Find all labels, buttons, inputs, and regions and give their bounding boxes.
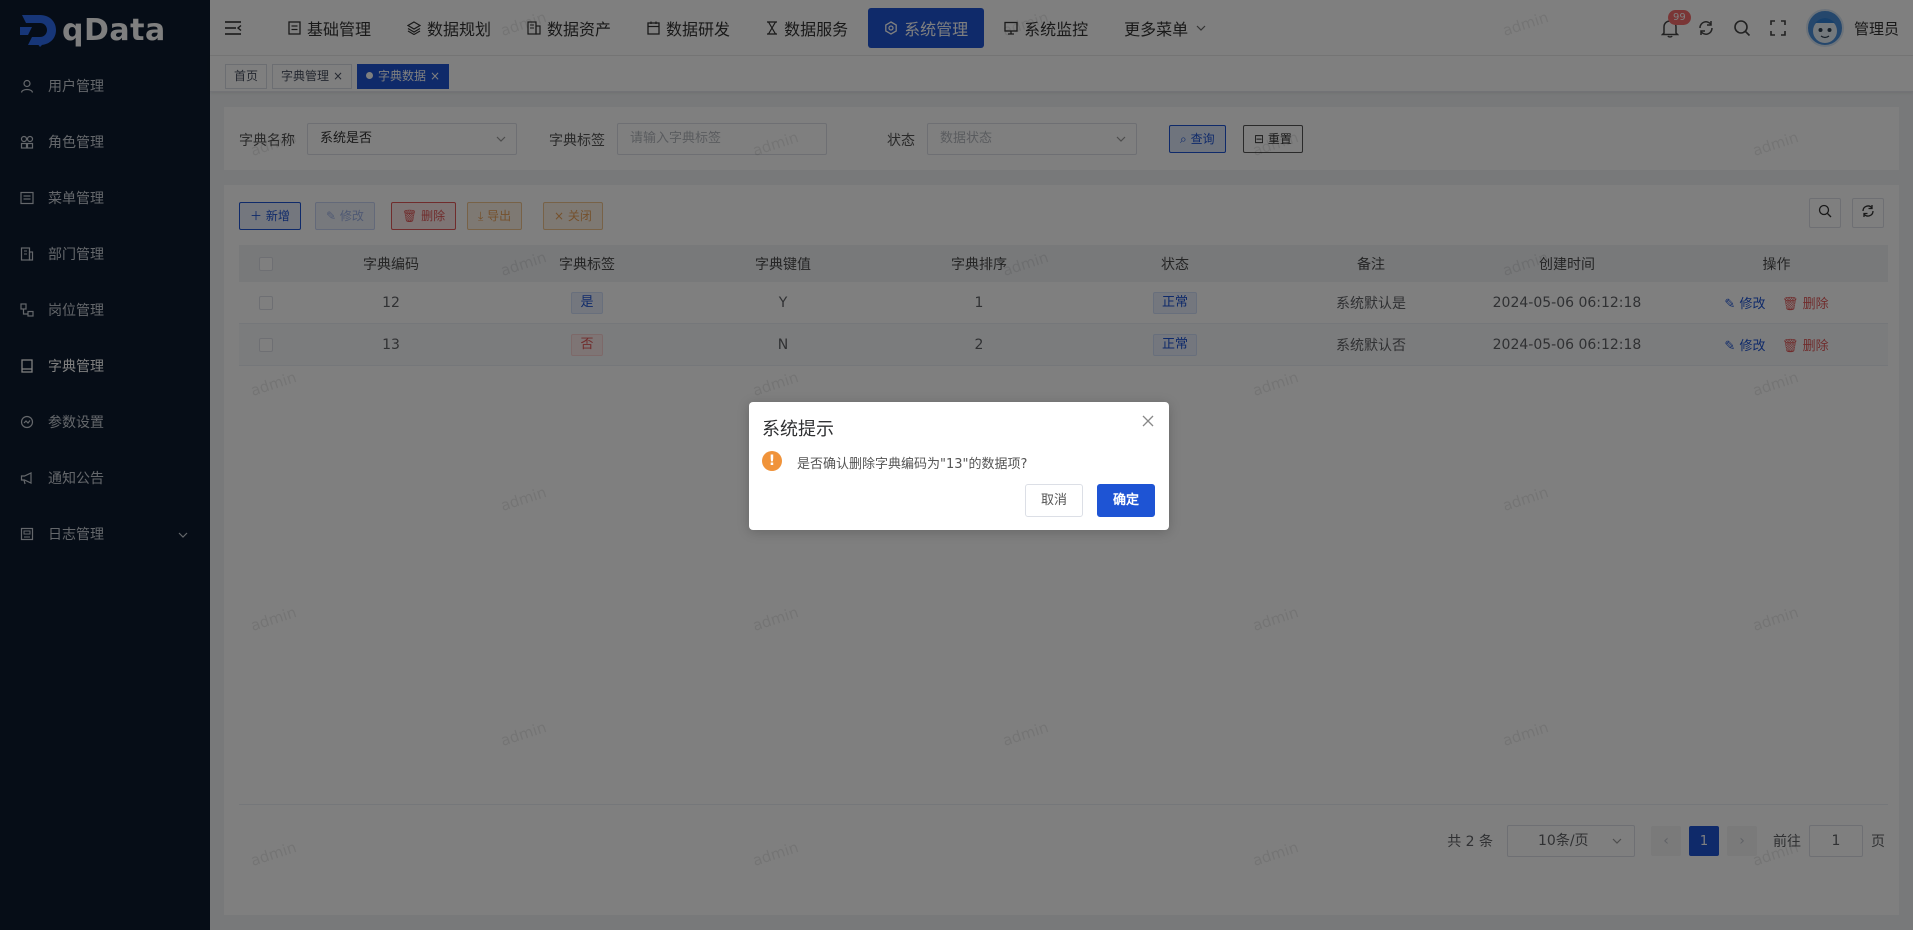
confirm-button[interactable]: 确定 bbox=[1097, 484, 1156, 517]
confirm-dialog: 系统提示 ! 是否确认删除字典编码为"13"的数据项? 取消 确定 bbox=[749, 402, 1169, 530]
warning-icon: ! bbox=[762, 451, 782, 471]
close-icon[interactable] bbox=[1141, 414, 1155, 428]
cancel-button[interactable]: 取消 bbox=[1025, 484, 1084, 517]
dialog-title: 系统提示 bbox=[762, 419, 834, 440]
dialog-message: 是否确认删除字典编码为"13"的数据项? bbox=[797, 457, 1028, 472]
